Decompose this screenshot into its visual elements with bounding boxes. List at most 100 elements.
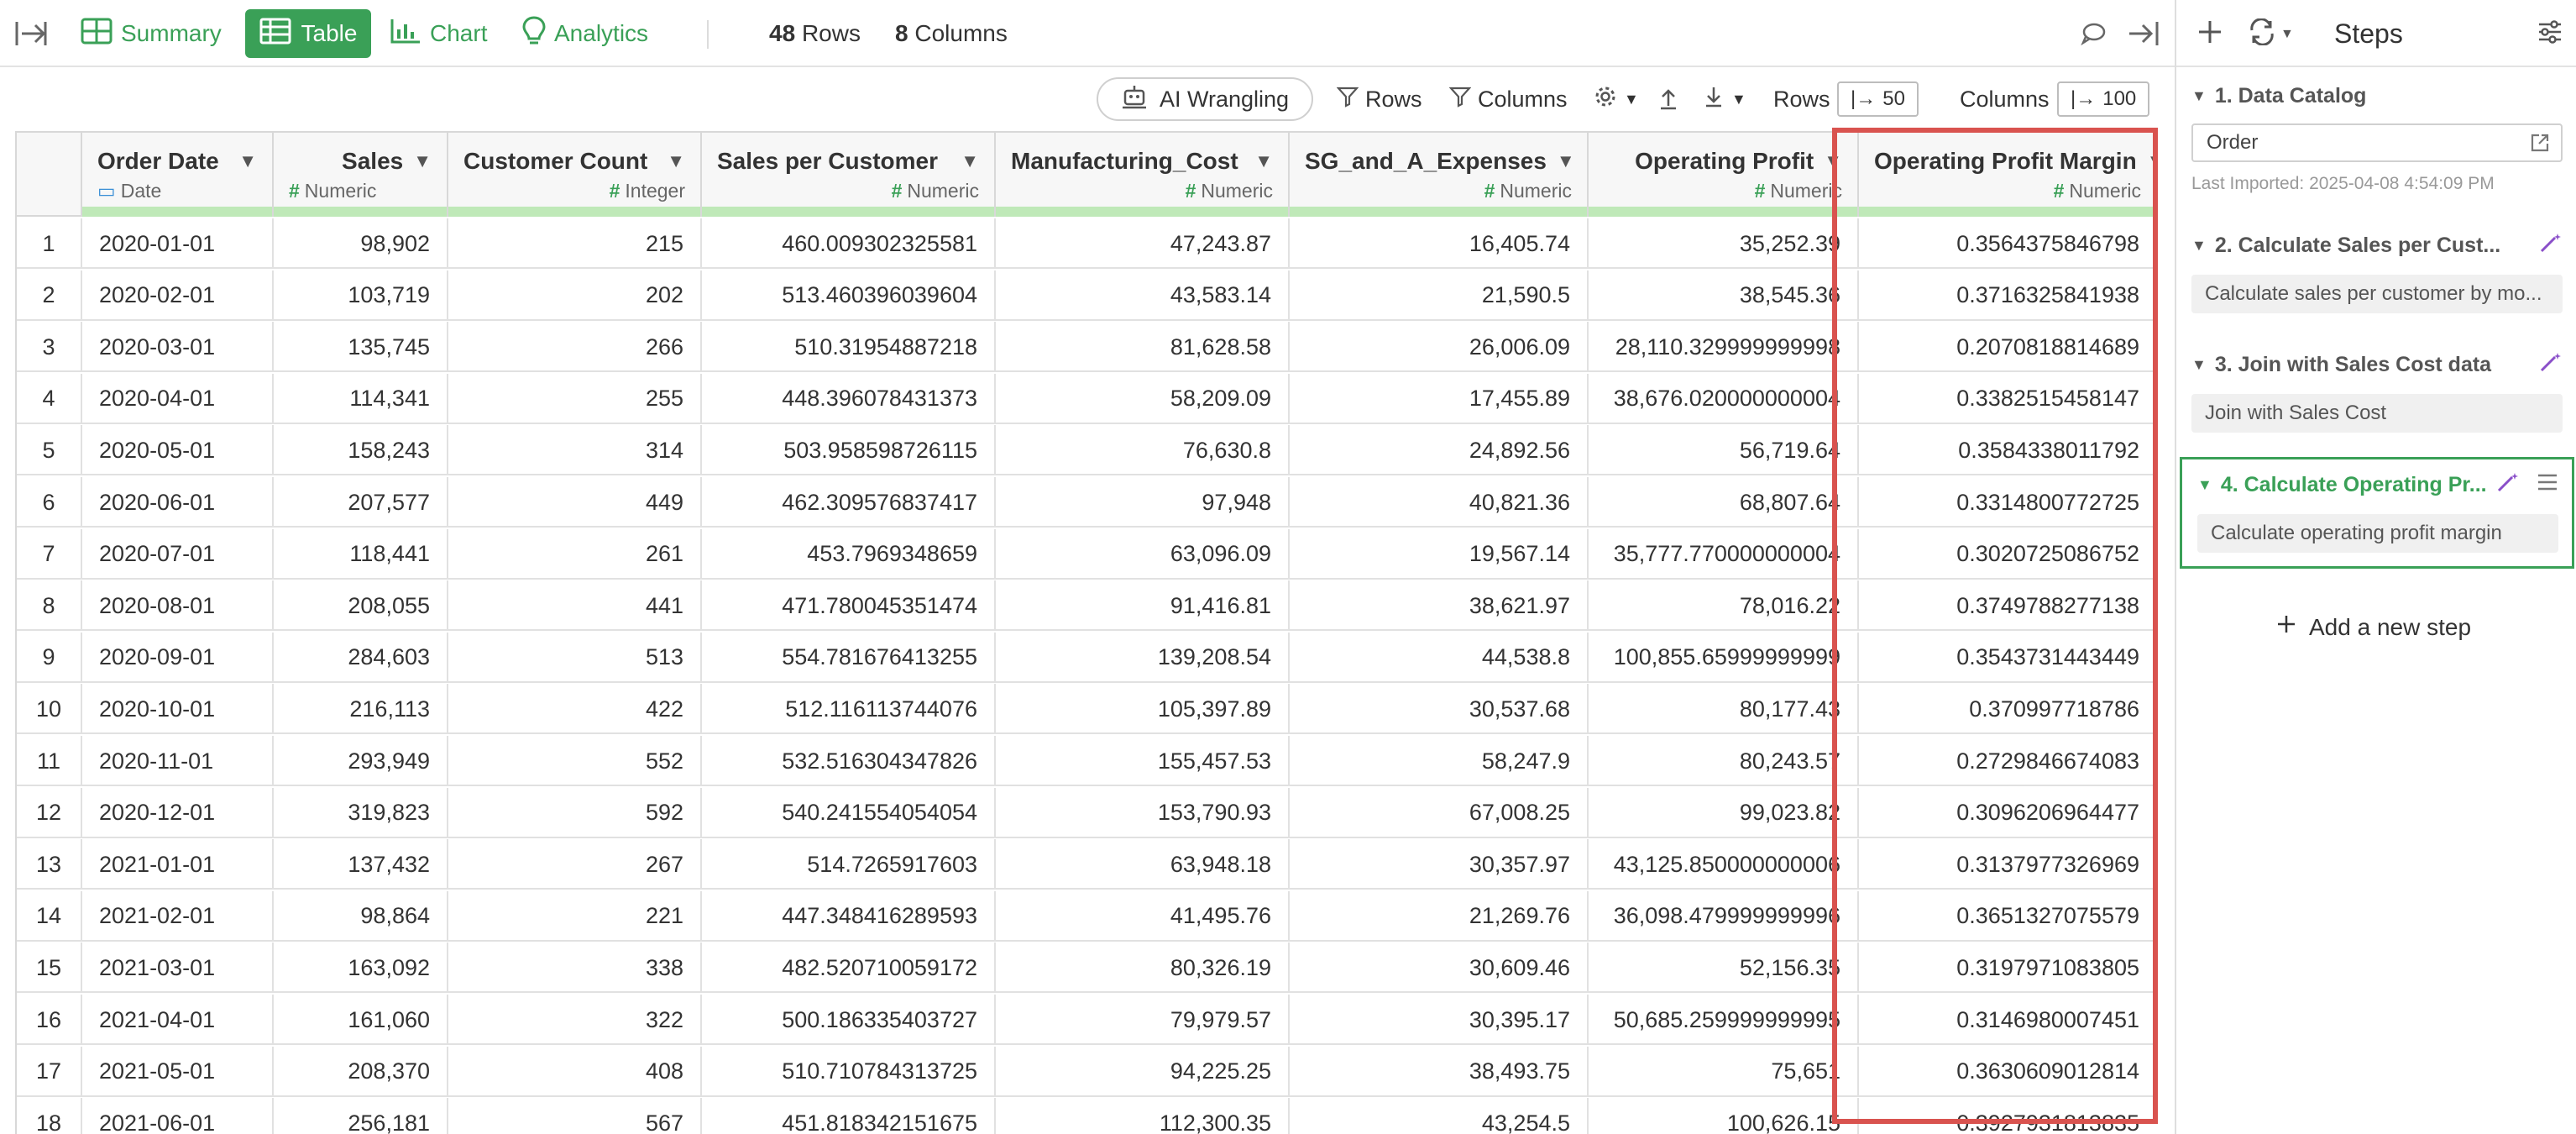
cell-operating-profit-margin[interactable]: 0.3543731443449 bbox=[1859, 633, 2156, 683]
cell-operating-profit[interactable]: 52,156.35 bbox=[1589, 942, 1859, 994]
cell-operating-profit[interactable]: 78,016.22 bbox=[1589, 580, 1859, 632]
column-header-operating-profit[interactable]: Operating Profit ▼ # Numeric bbox=[1589, 133, 1859, 217]
cell-customer-count[interactable]: 322 bbox=[448, 995, 702, 1045]
cell-operating-profit[interactable]: 99,023.82 bbox=[1589, 787, 1859, 838]
cell-sg-and-a-expenses[interactable]: 40,821.36 bbox=[1290, 477, 1589, 528]
cell-operating-profit-margin[interactable]: 0.3749788277138 bbox=[1859, 580, 2156, 631]
cell-sg-and-a-expenses[interactable]: 38,493.75 bbox=[1290, 1046, 1589, 1097]
cell-sales-per-customer[interactable]: 448.396078431373 bbox=[702, 373, 996, 424]
cell-operating-profit-margin[interactable]: 0.370997718786 bbox=[1859, 684, 2156, 734]
cell-order-date[interactable]: 2020-09-01 bbox=[82, 632, 274, 683]
cell-manufacturing-cost[interactable]: 80,326.19 bbox=[996, 942, 1290, 994]
cell-operating-profit[interactable]: 80,243.57 bbox=[1589, 736, 1859, 786]
cell-order-date[interactable]: 2020-06-01 bbox=[82, 477, 274, 528]
cell-sales[interactable]: 118,441 bbox=[274, 528, 448, 580]
table-row[interactable]: 4 2020-04-01 114,341 255 448.396078431373 58,… bbox=[17, 373, 2156, 424]
cell-order-date[interactable]: 2020-04-01 bbox=[82, 373, 274, 424]
cell-manufacturing-cost[interactable]: 76,630.8 bbox=[996, 425, 1290, 476]
cell-manufacturing-cost[interactable]: 139,208.54 bbox=[996, 632, 1290, 683]
table-row[interactable]: 12 2020-12-01 319,823 592 540.241554054054 15… bbox=[17, 787, 2156, 838]
rows-limit-input[interactable]: |→ 50 bbox=[1837, 81, 1919, 117]
cell-order-date[interactable]: 2021-02-01 bbox=[82, 890, 274, 942]
cell-customer-count[interactable]: 215 bbox=[448, 218, 702, 269]
cell-operating-profit[interactable]: 38,545.36 bbox=[1589, 270, 1859, 321]
table-row[interactable]: 6 2020-06-01 207,577 449 462.309576837417 97,… bbox=[17, 477, 2156, 528]
chevron-down-icon[interactable]: ▼ bbox=[403, 150, 432, 172]
cell-operating-profit-margin[interactable]: 0.2070818814689 bbox=[1859, 322, 2156, 372]
cell-order-date[interactable]: 2020-12-01 bbox=[82, 787, 274, 838]
cell-sales[interactable]: 137,432 bbox=[274, 839, 448, 890]
cell-order-date[interactable]: 2020-02-01 bbox=[82, 270, 274, 321]
cell-sales-per-customer[interactable]: 532.516304347826 bbox=[702, 736, 996, 786]
cell-sales[interactable]: 158,243 bbox=[274, 425, 448, 476]
cell-sg-and-a-expenses[interactable]: 21,269.76 bbox=[1290, 890, 1589, 942]
collapse-left-icon[interactable] bbox=[15, 0, 47, 67]
column-header-customer-count[interactable]: Customer Count ▼ # Integer bbox=[448, 133, 702, 217]
cell-sales-per-customer[interactable]: 447.348416289593 bbox=[702, 890, 996, 942]
cell-operating-profit-margin[interactable]: 0.3020725086752 bbox=[1859, 529, 2156, 580]
cell-sales[interactable]: 284,603 bbox=[274, 632, 448, 683]
cell-customer-count[interactable]: 592 bbox=[448, 787, 702, 838]
chevron-down-icon[interactable]: ▼ bbox=[1244, 150, 1273, 172]
step-data-catalog[interactable]: ▼ 1. Data Catalog Order Last Imported: 2… bbox=[2191, 84, 2563, 194]
cell-operating-profit-margin[interactable]: 0.3314800772725 bbox=[1859, 477, 2156, 528]
cell-manufacturing-cost[interactable]: 94,225.25 bbox=[996, 1046, 1290, 1097]
cell-operating-profit[interactable]: 38,676.020000000004 bbox=[1589, 373, 1859, 424]
cell-customer-count[interactable]: 567 bbox=[448, 1098, 702, 1134]
cell-order-date[interactable]: 2020-05-01 bbox=[82, 425, 274, 476]
cell-customer-count[interactable]: 255 bbox=[448, 373, 702, 424]
cell-manufacturing-cost[interactable]: 91,416.81 bbox=[996, 580, 1290, 632]
cell-order-date[interactable]: 2021-06-01 bbox=[82, 1098, 274, 1134]
columns-filter-button[interactable]: Columns bbox=[1448, 69, 1568, 129]
step-calculate-sales-per-customer[interactable]: ▼ 2. Calculate Sales per Cust... Calcula… bbox=[2191, 232, 2563, 313]
rows-filter-button[interactable]: Rows bbox=[1336, 69, 1422, 129]
table-row[interactable]: 1 2020-01-01 98,902 215 460.009302325581 47,2… bbox=[17, 218, 2156, 269]
cell-operating-profit[interactable]: 80,177.43 bbox=[1589, 684, 1859, 735]
cell-sg-and-a-expenses[interactable]: 30,609.46 bbox=[1290, 942, 1589, 994]
settings-dropdown[interactable]: ▼ bbox=[1594, 69, 1639, 129]
column-header-operating-profit-margin[interactable]: Operating Profit Margin▼ #Numeric bbox=[1859, 133, 2156, 217]
cell-manufacturing-cost[interactable]: 112,300.35 bbox=[996, 1098, 1290, 1134]
cell-operating-profit[interactable]: 56,719.64 bbox=[1589, 425, 1859, 476]
column-header-order-date[interactable]: Order Date ▼ ▭ Date bbox=[82, 133, 274, 217]
cell-operating-profit[interactable]: 35,777.770000000004 bbox=[1589, 528, 1859, 580]
cell-sales-per-customer[interactable]: 503.958598726115 bbox=[702, 425, 996, 476]
cell-order-date[interactable]: 2020-08-01 bbox=[82, 580, 274, 632]
table-row[interactable]: 8 2020-08-01 208,055 441 471.780045351474 91,… bbox=[17, 580, 2156, 632]
external-link-icon[interactable] bbox=[2529, 132, 2551, 160]
add-icon[interactable] bbox=[2196, 18, 2223, 50]
cell-operating-profit-margin[interactable]: 0.3564375846798 bbox=[1859, 218, 2156, 269]
cell-operating-profit-margin[interactable]: 0.3096206964477 bbox=[1859, 788, 2156, 838]
cell-operating-profit-margin[interactable]: 0.3651327075579 bbox=[1859, 891, 2156, 942]
cell-sales[interactable]: 161,060 bbox=[274, 995, 448, 1045]
magic-wand-icon[interactable] bbox=[2539, 232, 2563, 260]
tab-analytics[interactable]: Analytics bbox=[522, 0, 648, 67]
column-header-manufacturing-cost[interactable]: Manufacturing_Cost ▼ # Numeric bbox=[996, 133, 1290, 217]
cell-customer-count[interactable]: 202 bbox=[448, 270, 702, 321]
download-dropdown[interactable]: ▼ bbox=[1703, 69, 1746, 129]
cell-manufacturing-cost[interactable]: 79,979.57 bbox=[996, 995, 1290, 1045]
cell-sales-per-customer[interactable]: 554.781676413255 bbox=[702, 632, 996, 683]
cell-sales-per-customer[interactable]: 512.116113744076 bbox=[702, 684, 996, 735]
chevron-down-icon[interactable]: ▼ bbox=[1547, 150, 1575, 172]
chevron-down-icon[interactable]: ▼ bbox=[950, 150, 979, 172]
cell-order-date[interactable]: 2020-01-01 bbox=[82, 218, 274, 269]
cell-sg-and-a-expenses[interactable]: 58,247.9 bbox=[1290, 736, 1589, 786]
cell-sales-per-customer[interactable]: 510.710784313725 bbox=[702, 1046, 996, 1097]
cell-manufacturing-cost[interactable]: 43,583.14 bbox=[996, 270, 1290, 321]
cell-sales-per-customer[interactable]: 513.460396039604 bbox=[702, 270, 996, 321]
cell-sales-per-customer[interactable]: 510.31954887218 bbox=[702, 322, 996, 373]
cell-operating-profit[interactable]: 50,685.259999999995 bbox=[1589, 995, 1859, 1045]
tab-chart[interactable]: Chart bbox=[390, 0, 487, 67]
cell-operating-profit[interactable]: 68,807.64 bbox=[1589, 477, 1859, 528]
cell-operating-profit-margin[interactable]: 0.3716325841938 bbox=[1859, 270, 2156, 321]
cell-sales[interactable]: 103,719 bbox=[274, 270, 448, 321]
rows-limit[interactable]: |→ 50 bbox=[1837, 69, 1919, 129]
cell-sg-and-a-expenses[interactable]: 17,455.89 bbox=[1290, 373, 1589, 424]
cell-sales-per-customer[interactable]: 460.009302325581 bbox=[702, 218, 996, 269]
cell-sales[interactable]: 98,902 bbox=[274, 218, 448, 269]
cell-operating-profit-margin[interactable]: 0.3197971083805 bbox=[1859, 942, 2156, 993]
cell-customer-count[interactable]: 261 bbox=[448, 528, 702, 580]
cell-manufacturing-cost[interactable]: 153,790.93 bbox=[996, 787, 1290, 838]
column-header-sales[interactable]: Sales ▼ # Numeric bbox=[274, 133, 448, 217]
